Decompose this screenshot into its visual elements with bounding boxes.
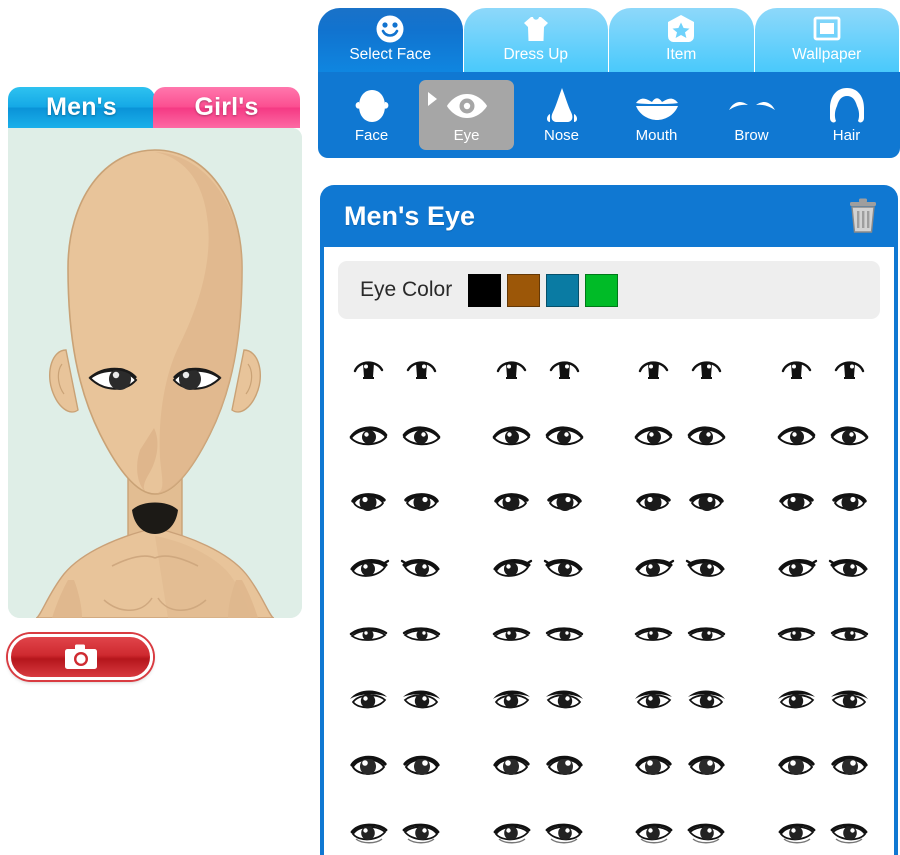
- sub-nav-item-eye[interactable]: Eye: [419, 80, 514, 150]
- eye-color-swatch-black[interactable]: [468, 273, 502, 307]
- eye-style-option[interactable]: [467, 337, 610, 403]
- eye-style-option[interactable]: [752, 667, 895, 733]
- eye-style-option[interactable]: [467, 799, 610, 855]
- gender-tab-mens[interactable]: Men's: [8, 87, 155, 128]
- eye-style-option[interactable]: [752, 403, 895, 469]
- eye-color-swatch-blue[interactable]: [546, 273, 580, 307]
- gender-tab-girls-label: Girl's: [194, 93, 259, 121]
- eye-style-option[interactable]: [467, 667, 610, 733]
- eye-color-swatch-green[interactable]: [585, 273, 619, 307]
- avatar-figure: [8, 128, 302, 618]
- editor-column: Select Face Dress Up Item Wallpaper Face…: [318, 0, 900, 855]
- tab-select-face-label: Select Face: [349, 46, 432, 63]
- eye-style-option[interactable]: [324, 667, 467, 733]
- eye-style-option[interactable]: [752, 799, 895, 855]
- eye-style-option[interactable]: [752, 535, 895, 601]
- trash-can-icon[interactable]: [846, 198, 880, 234]
- play-marker-icon: [428, 92, 437, 106]
- nose-icon: [545, 86, 579, 126]
- eye-style-option[interactable]: [609, 733, 752, 799]
- face-icon: [352, 86, 392, 126]
- tab-dress-up-label: Dress Up: [503, 46, 569, 63]
- sub-nav-item-nose[interactable]: Nose: [514, 80, 609, 150]
- panel-body: Eye Color: [324, 247, 894, 855]
- brow-icon: [727, 86, 777, 126]
- sub-nav-item-brow[interactable]: Brow: [704, 80, 799, 150]
- eye-style-option[interactable]: [752, 601, 895, 667]
- camera-icon: [64, 644, 97, 669]
- gender-tab-girls[interactable]: Girl's: [153, 87, 300, 128]
- eye-style-option[interactable]: [752, 469, 895, 535]
- sub-nav-item-eye-label: Eye: [453, 127, 480, 144]
- eye-style-option[interactable]: [752, 337, 895, 403]
- gender-tab-mens-label: Men's: [46, 93, 117, 121]
- eye-style-option[interactable]: [324, 403, 467, 469]
- feature-sub-nav: Face Eye Nose Mouth Brow Hair: [318, 72, 900, 158]
- tab-dress-up[interactable]: Dress Up: [463, 8, 608, 72]
- tab-item-label: Item: [666, 46, 697, 63]
- sub-nav-item-brow-label: Brow: [734, 127, 769, 144]
- mouth-icon: [634, 86, 680, 126]
- eye-style-option[interactable]: [609, 799, 752, 855]
- eye-style-option[interactable]: [467, 601, 610, 667]
- sub-nav-item-hair-label: Hair: [832, 127, 861, 144]
- tab-wallpaper[interactable]: Wallpaper: [754, 8, 899, 72]
- star-badge-icon: [666, 14, 696, 44]
- eye-style-option[interactable]: [609, 535, 752, 601]
- tab-wallpaper-label: Wallpaper: [792, 46, 862, 63]
- eye-color-swatch-brown[interactable]: [507, 273, 541, 307]
- sub-nav-item-mouth-label: Mouth: [635, 127, 678, 144]
- hair-icon: [825, 86, 869, 126]
- eye-style-option[interactable]: [324, 799, 467, 855]
- eye-selector-panel: Men's Eye Eye Color: [320, 185, 898, 855]
- eye-style-option[interactable]: [609, 601, 752, 667]
- eye-style-option[interactable]: [467, 469, 610, 535]
- eye-style-option[interactable]: [324, 469, 467, 535]
- avatar-preview-column: Men's Girl's: [0, 0, 310, 855]
- eye-color-label: Eye Color: [360, 278, 453, 301]
- eye-icon: [445, 86, 489, 126]
- sub-nav-item-mouth[interactable]: Mouth: [609, 80, 704, 150]
- eye-style-option[interactable]: [324, 601, 467, 667]
- eye-color-row: Eye Color: [338, 261, 880, 319]
- eye-style-grid: [324, 337, 894, 855]
- eye-style-option[interactable]: [609, 667, 752, 733]
- square-frame-icon: [812, 14, 842, 44]
- eye-style-option[interactable]: [467, 535, 610, 601]
- sub-nav-item-face-label: Face: [354, 127, 389, 144]
- panel-title: Men's Eye: [344, 200, 475, 231]
- eye-style-option[interactable]: [324, 535, 467, 601]
- main-tab-bar: Select Face Dress Up Item Wallpaper: [318, 8, 900, 72]
- tshirt-icon: [521, 14, 551, 44]
- eye-style-option[interactable]: [324, 337, 467, 403]
- eye-style-option[interactable]: [752, 733, 895, 799]
- eye-style-option[interactable]: [609, 469, 752, 535]
- smiley-face-icon: [375, 14, 405, 44]
- panel-header: Men's Eye: [320, 185, 898, 247]
- avatar-canvas[interactable]: [8, 128, 302, 618]
- sub-nav-item-nose-label: Nose: [543, 127, 580, 144]
- tab-item[interactable]: Item: [609, 8, 754, 72]
- tab-select-face[interactable]: Select Face: [318, 8, 463, 72]
- eye-style-option[interactable]: [467, 733, 610, 799]
- camera-capture-button[interactable]: [8, 634, 153, 680]
- sub-nav-item-face[interactable]: Face: [324, 80, 419, 150]
- sub-nav-item-hair[interactable]: Hair: [799, 80, 894, 150]
- eye-style-option[interactable]: [324, 733, 467, 799]
- eye-style-option[interactable]: [609, 403, 752, 469]
- gender-tab-group: Men's Girl's: [8, 87, 300, 128]
- eye-style-option[interactable]: [609, 337, 752, 403]
- eye-style-option[interactable]: [467, 403, 610, 469]
